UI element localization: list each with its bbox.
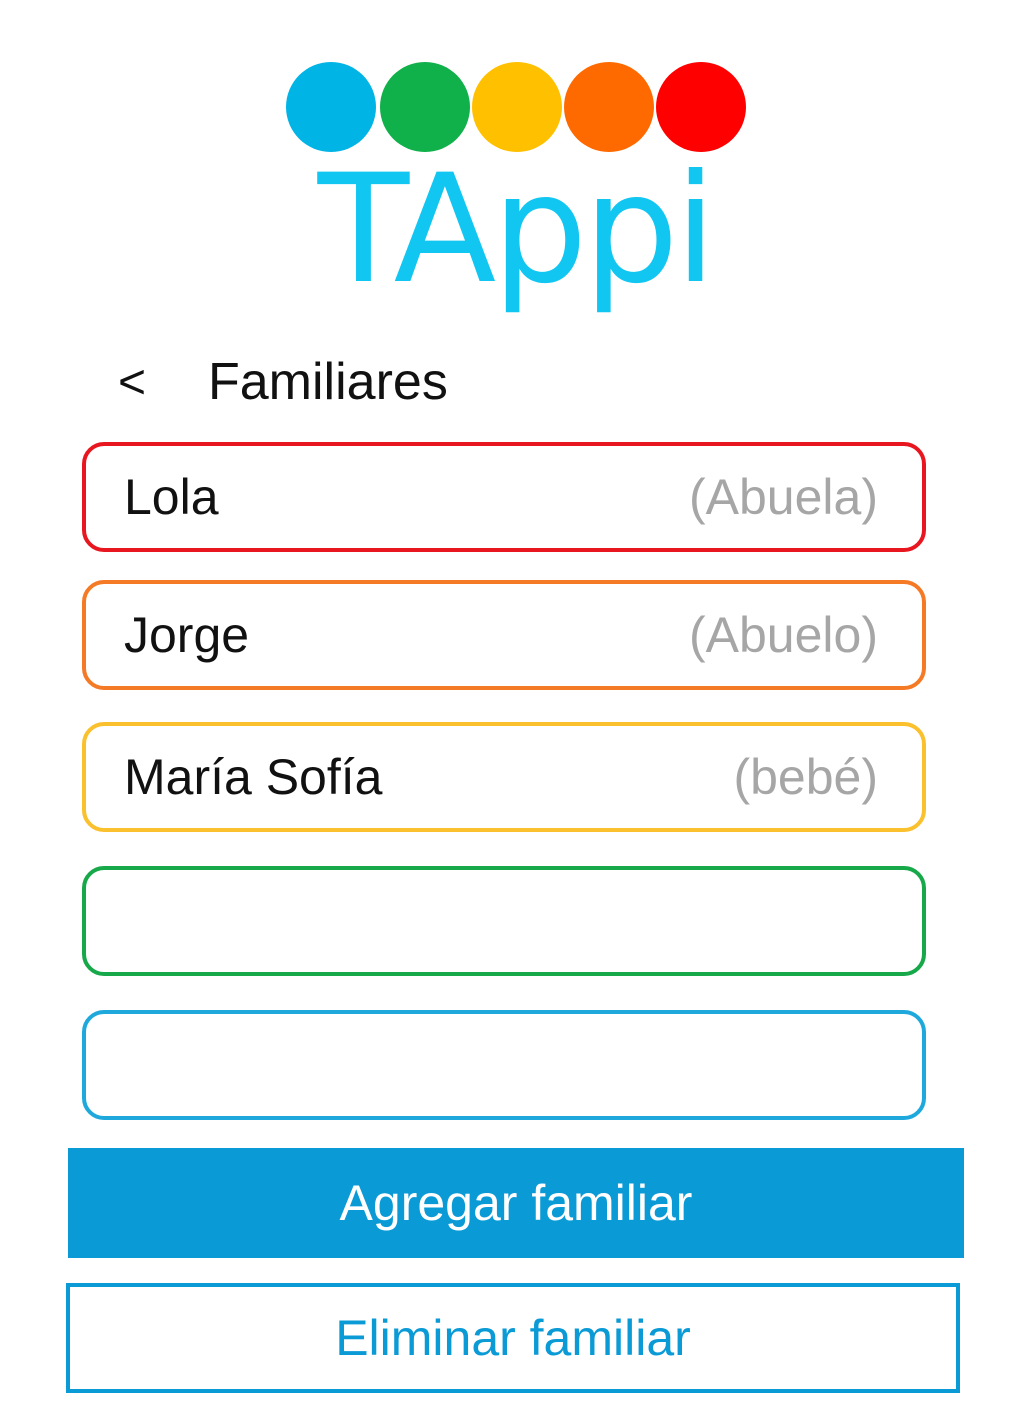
- member-item-lola[interactable]: Lola (Abuela): [82, 442, 926, 552]
- logo-dot-orange: [564, 62, 654, 152]
- member-item-maria-sofia[interactable]: María Sofía (bebé): [82, 722, 926, 832]
- logo-dot-green: [380, 62, 470, 152]
- logo-dot-blue: [286, 62, 376, 152]
- member-name: Jorge: [124, 607, 250, 663]
- member-relation: (bebé): [733, 749, 878, 805]
- member-name: Lola: [124, 469, 219, 525]
- member-item-empty-2[interactable]: [82, 1010, 926, 1120]
- remove-member-button[interactable]: Eliminar familiar: [66, 1283, 960, 1393]
- page-header: < Familiares: [118, 350, 448, 414]
- member-name: María Sofía: [124, 749, 383, 805]
- back-button[interactable]: <: [118, 355, 208, 410]
- app-logo-title: TAppi: [317, 143, 717, 317]
- member-relation: (Abuelo): [689, 607, 878, 663]
- member-item-jorge[interactable]: Jorge (Abuelo): [82, 580, 926, 690]
- add-member-button[interactable]: Agregar familiar: [68, 1148, 964, 1258]
- page-title: Familiares: [208, 353, 448, 411]
- logo-dot-red: [656, 62, 746, 152]
- member-item-empty-1[interactable]: [82, 866, 926, 976]
- logo-dot-yellow: [472, 62, 562, 152]
- member-relation: (Abuela): [689, 469, 878, 525]
- logo-dots: [286, 62, 746, 152]
